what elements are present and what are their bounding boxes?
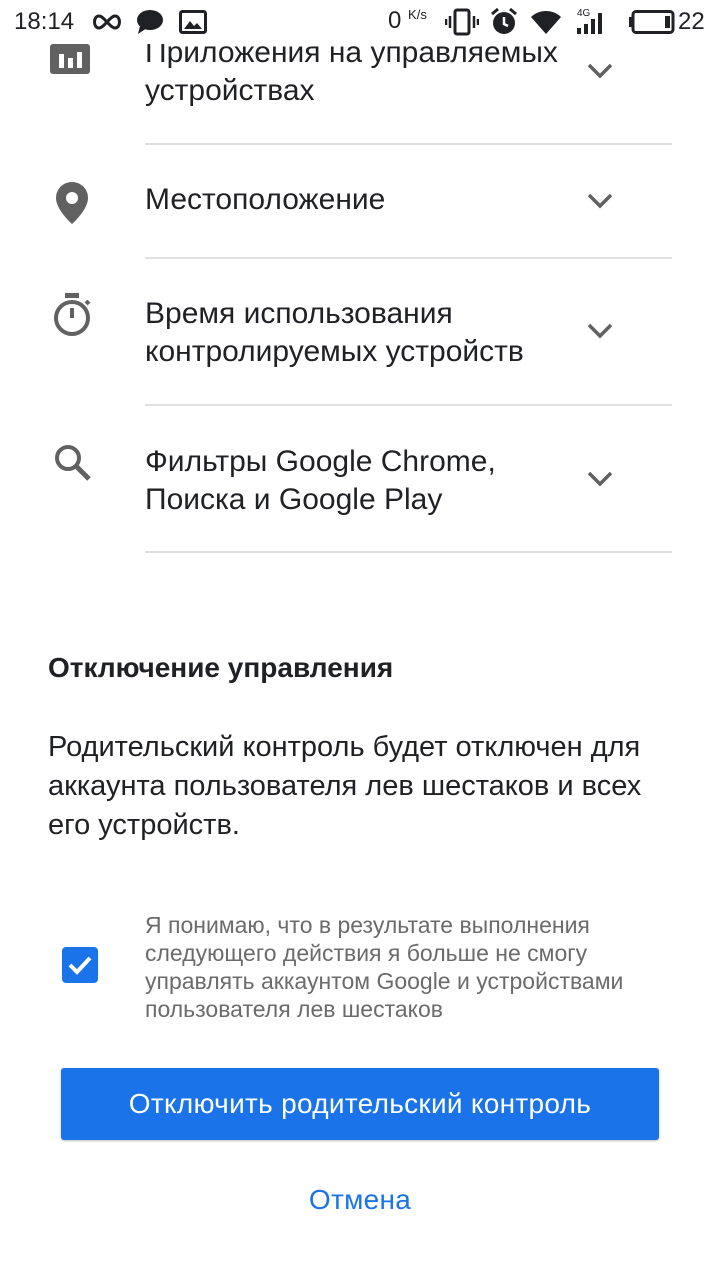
settings-item-label: Фильтры Google Chrome, Поиска и Google P… (145, 445, 496, 516)
message-icon (136, 9, 164, 40)
wifi-icon (530, 9, 562, 40)
divider (145, 551, 672, 553)
consent-text[interactable]: Я понимаю, что в результате выполнения с… (145, 911, 675, 1023)
divider (145, 404, 672, 406)
alarm-icon (490, 7, 518, 42)
signal-icon: 4G (575, 6, 615, 41)
network-type-label: 4G (577, 8, 591, 19)
network-speed: 0 K/s (388, 7, 427, 34)
settings-item-apps[interactable]: Приложения на управляемых устройствах (0, 30, 720, 140)
chevron-down-icon[interactable] (586, 60, 614, 85)
consent-checkbox[interactable] (62, 947, 98, 983)
settings-item-filters[interactable]: Фильтры Google Chrome, Поиска и Google P… (0, 410, 720, 550)
battery-level: 22 (678, 8, 705, 35)
section-title: Отключение управления (48, 652, 394, 683)
divider (145, 143, 672, 145)
chevron-down-icon[interactable] (586, 468, 614, 493)
location-pin-icon (56, 182, 88, 229)
divider (145, 257, 672, 259)
chevron-down-icon[interactable] (586, 320, 614, 345)
settings-item-label: Время использования контролируемых устро… (145, 297, 524, 368)
settings-item-location[interactable]: Местоположение (0, 150, 720, 256)
battery-icon (628, 10, 676, 39)
bar-chart-icon (50, 44, 90, 79)
settings-item-label: Местоположение (145, 183, 386, 216)
infinity-icon (90, 12, 124, 37)
timer-icon (52, 292, 92, 343)
vibrate-icon (444, 8, 480, 41)
search-icon (54, 444, 92, 487)
status-time: 18:14 (14, 8, 75, 35)
settings-item-label: Приложения на управляемых устройствах (145, 36, 558, 107)
check-icon (62, 956, 98, 987)
section-description: Родительский контроль будет отключен для… (48, 731, 642, 841)
status-bar: 18:14 0 K/s 4G 22 (0, 0, 720, 44)
cancel-button[interactable]: Отмена (260, 1175, 460, 1225)
chevron-down-icon[interactable] (586, 190, 614, 215)
image-icon (179, 10, 207, 39)
disable-parental-control-button[interactable]: Отключить родительский контроль (61, 1068, 659, 1140)
settings-item-screen-time[interactable]: Время использования контролируемых устро… (0, 262, 720, 402)
